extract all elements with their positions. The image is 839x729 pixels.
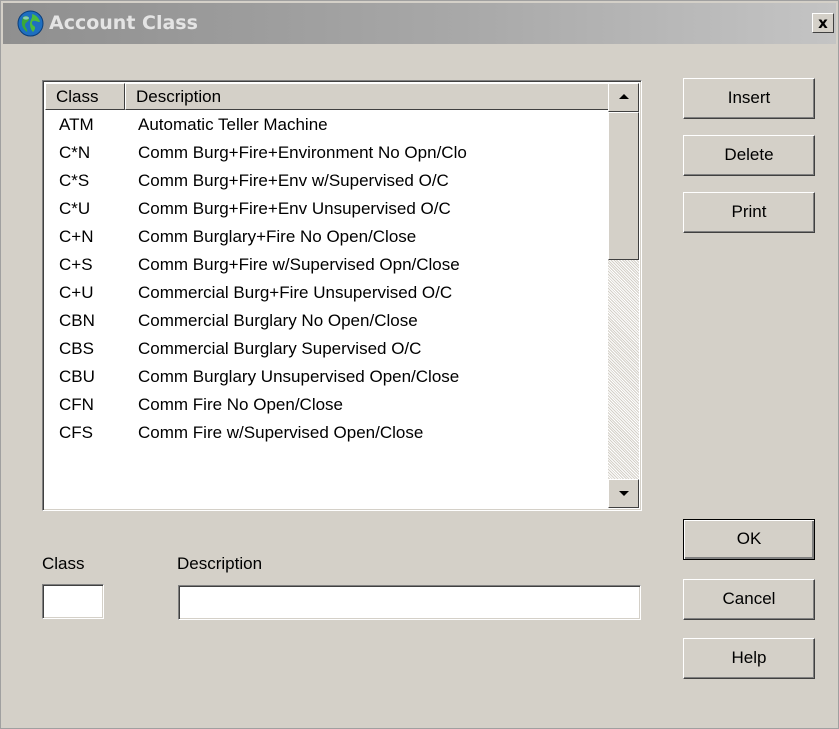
close-button[interactable]: x (812, 13, 834, 33)
list-header: Class Description (45, 83, 609, 110)
table-row[interactable]: CFS Comm Fire w/Supervised Open/Close (45, 419, 609, 447)
row-class-cell: C*U (59, 199, 91, 218)
row-class-cell: CBS (59, 339, 94, 358)
cancel-button[interactable]: Cancel (683, 579, 815, 620)
row-class-cell: C*S (59, 171, 90, 190)
arrow-down-icon (619, 491, 629, 496)
delete-button[interactable]: Delete (683, 135, 815, 176)
row-description-cell: Commercial Burglary Supervised O/C (138, 339, 422, 358)
list-rows: ATM Automatic Teller Machine C*N Comm Burg+… (45, 111, 609, 447)
scroll-down-button[interactable] (608, 479, 639, 508)
row-description-cell: Comm Burg+Fire+Environment No Opn/Clo (138, 143, 467, 162)
row-description-cell: Comm Burg+Fire+Env w/Supervised O/C (138, 171, 449, 190)
table-row[interactable]: C*S Comm Burg+Fire+Env w/Supervised O/C (45, 167, 609, 195)
help-button[interactable]: Help (683, 638, 815, 679)
globe-icon (17, 10, 44, 37)
row-description-cell: Comm Burg+Fire+Env Unsupervised O/C (138, 199, 451, 218)
table-row[interactable]: C*N Comm Burg+Fire+Environment No Opn/Clo (45, 139, 609, 167)
row-class-cell: ATM (59, 115, 94, 134)
scroll-up-button[interactable] (608, 83, 639, 112)
row-class-cell: C+U (59, 283, 94, 302)
print-button[interactable]: Print (683, 192, 815, 233)
row-description-cell: Commercial Burg+Fire Unsupervised O/C (138, 283, 453, 302)
row-description-cell: Comm Burglary+Fire No Open/Close (138, 227, 417, 246)
table-row[interactable]: C*U Comm Burg+Fire+Env Unsupervised O/C (45, 195, 609, 223)
description-input[interactable] (178, 585, 641, 620)
class-input[interactable] (42, 584, 104, 619)
row-class-cell: CBU (59, 367, 95, 386)
row-class-cell: C+N (59, 227, 94, 246)
table-row[interactable]: C+U Commercial Burg+Fire Unsupervised O/C (45, 279, 609, 307)
account-class-dialog: Account Class x Class Description ATM Aut… (0, 0, 839, 729)
insert-button[interactable]: Insert (683, 78, 815, 119)
scroll-thumb[interactable] (608, 112, 639, 260)
column-header-description[interactable]: Description (125, 83, 609, 110)
row-description-cell: Commercial Burglary No Open/Close (138, 311, 418, 330)
table-row[interactable]: CBN Commercial Burglary No Open/Close (45, 307, 609, 335)
row-description-cell: Comm Burg+Fire w/Supervised Opn/Close (138, 255, 460, 274)
account-class-list[interactable]: Class Description ATM Automatic Teller Ma… (42, 80, 642, 511)
row-description-cell: Comm Burglary Unsupervised Open/Close (138, 367, 460, 386)
row-class-cell: CFN (59, 395, 94, 414)
row-description-cell: Comm Fire w/Supervised Open/Close (138, 423, 424, 442)
table-row[interactable]: ATM Automatic Teller Machine (45, 111, 609, 139)
window-title: Account Class (49, 12, 198, 34)
close-icon: x (818, 14, 828, 32)
table-row[interactable]: C+N Comm Burglary+Fire No Open/Close (45, 223, 609, 251)
row-class-cell: CBN (59, 311, 95, 330)
row-description-cell: Comm Fire No Open/Close (138, 395, 344, 414)
arrow-up-icon (619, 94, 629, 99)
table-row[interactable]: CBU Comm Burglary Unsupervised Open/Close (45, 363, 609, 391)
table-row[interactable]: C+S Comm Burg+Fire w/Supervised Opn/Close (45, 251, 609, 279)
table-row[interactable]: CBS Commercial Burglary Supervised O/C (45, 335, 609, 363)
column-header-class[interactable]: Class (45, 83, 125, 110)
table-row[interactable]: CFN Comm Fire No Open/Close (45, 391, 609, 419)
description-label: Description (177, 554, 263, 573)
vertical-scrollbar[interactable] (608, 83, 639, 508)
row-description-cell: Automatic Teller Machine (138, 115, 328, 134)
row-class-cell: C*N (59, 143, 91, 162)
title-bar[interactable]: Account Class x (3, 3, 836, 44)
row-class-cell: CFS (59, 423, 93, 442)
class-label: Class (42, 554, 85, 573)
ok-button[interactable]: OK (683, 519, 815, 560)
row-class-cell: C+S (59, 255, 93, 274)
